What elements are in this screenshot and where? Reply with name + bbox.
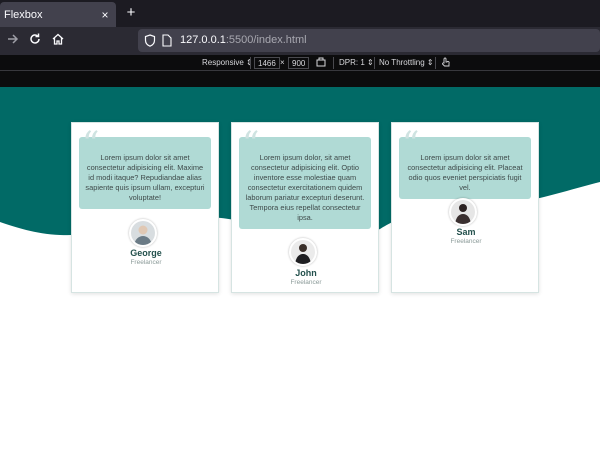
divider — [435, 57, 436, 69]
avatar — [289, 238, 317, 266]
forward-icon[interactable] — [4, 32, 22, 50]
page-icon[interactable] — [162, 34, 172, 52]
rotate-icon[interactable] — [316, 57, 326, 69]
touch-simulation-icon[interactable] — [441, 57, 451, 69]
dpr-label: DPR: 1 — [339, 58, 365, 67]
divider — [374, 57, 375, 69]
reload-icon[interactable] — [26, 32, 44, 50]
testimonial-card-george: Lorem ipsum dolor sit amet consectetur a… — [71, 122, 219, 293]
person-name: George — [130, 248, 162, 258]
throttling-label: No Throttling — [379, 58, 425, 67]
new-tab-button[interactable]: + — [122, 4, 140, 22]
dpr-selector[interactable]: DPR: 1 ⇕ — [339, 57, 374, 69]
device-selector[interactable]: Responsive ⇕ — [202, 57, 253, 69]
url-bar[interactable]: 127.0.0.1:5500/index.html — [138, 29, 600, 52]
divider — [333, 57, 334, 69]
url-path: :5500/index.html — [225, 34, 307, 46]
person-role: Freelancer — [450, 238, 482, 245]
testimonial-card-sam: Lorem ipsum dolor sit amet consectetur a… — [391, 122, 539, 293]
avatar — [129, 219, 157, 247]
quote-icon: “ — [82, 124, 100, 164]
url-host: 127.0.0.1 — [180, 34, 226, 46]
tab-close-icon[interactable]: × — [98, 8, 112, 22]
tab-strip: Flexbox × + — [0, 0, 600, 27]
quote-icon: “ — [242, 124, 260, 164]
dpr-dropdown-icon: ⇕ — [367, 58, 374, 67]
viewport-top-gutter — [0, 71, 600, 87]
dimension-separator: × — [280, 58, 285, 67]
throttling-selector[interactable]: No Throttling ⇕ — [379, 57, 434, 69]
testimonial-text: Lorem ipsum dolor, sit amet consectetur … — [245, 153, 365, 222]
person-role: Freelancer — [290, 279, 322, 286]
tab-title: Flexbox — [4, 8, 43, 21]
person-role: Freelancer — [130, 259, 162, 266]
person-name: Sam — [456, 227, 476, 237]
device-label: Responsive — [202, 58, 244, 67]
testimonial-text: Lorem ipsum dolor sit amet consectetur a… — [85, 153, 205, 202]
responsive-design-toolbar: Responsive ⇕ 1466 × 900 DPR: 1 ⇕ No Thro… — [0, 55, 600, 71]
throttling-dropdown-icon: ⇕ — [426, 58, 434, 67]
home-icon[interactable] — [49, 32, 67, 50]
url-text: 127.0.0.1:5500/index.html — [180, 34, 307, 46]
testimonial-card-john: Lorem ipsum dolor, sit amet consectetur … — [231, 122, 379, 293]
shield-icon[interactable] — [144, 34, 156, 52]
tab-flexbox[interactable]: Flexbox × — [0, 2, 116, 27]
avatar — [449, 198, 477, 226]
navigation-toolbar: 127.0.0.1:5500/index.html — [0, 27, 600, 55]
testimonial-text: Lorem ipsum dolor sit amet consectetur a… — [407, 153, 523, 192]
page-viewport: Lorem ipsum dolor sit amet consectetur a… — [0, 71, 600, 450]
person-name: John — [295, 268, 317, 278]
divider — [250, 57, 251, 69]
height-input[interactable]: 900 — [288, 57, 310, 69]
quote-icon: “ — [402, 124, 420, 164]
width-input[interactable]: 1466 — [254, 57, 280, 69]
